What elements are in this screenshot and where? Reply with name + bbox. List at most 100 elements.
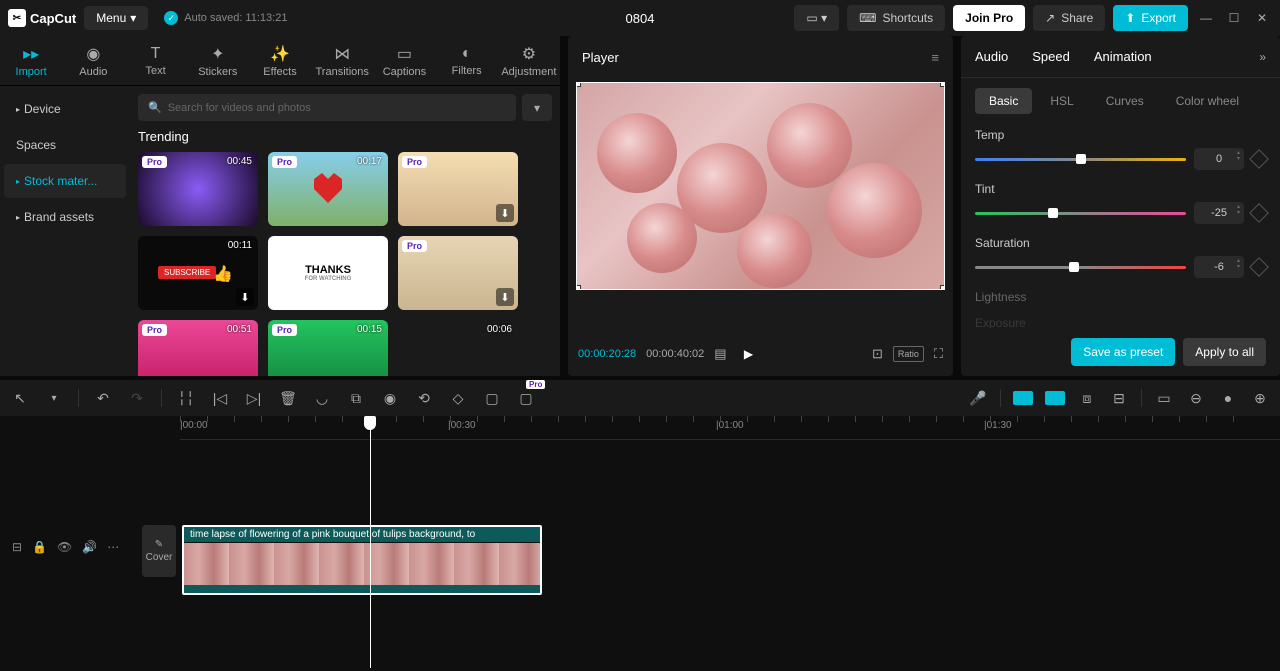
thumbnail[interactable]: 00:06 <box>398 320 518 376</box>
filter-button[interactable]: ▾ <box>522 94 552 121</box>
subtab-basic[interactable]: Basic <box>975 88 1032 114</box>
temp-slider[interactable] <box>975 158 1186 161</box>
tint-slider[interactable] <box>975 212 1186 215</box>
minimize-icon[interactable]: — <box>1196 8 1216 28</box>
tab-import[interactable]: ▸▸Import <box>0 40 62 81</box>
logo-icon: ✂ <box>8 9 26 27</box>
export-button[interactable]: ⬆ Export <box>1113 5 1188 31</box>
delete-icon[interactable]: 🗑 <box>278 390 298 407</box>
keyframe-icon[interactable] <box>1249 203 1269 223</box>
enhance-icon[interactable]: ▢Pro <box>516 390 536 407</box>
share-button[interactable]: ↗ Share <box>1033 5 1105 31</box>
sat-slider[interactable] <box>975 266 1186 269</box>
save-preset-button[interactable]: Save as preset <box>1071 338 1175 366</box>
align-icon[interactable]: ⊟ <box>1109 390 1129 407</box>
expand-icon[interactable]: » <box>1259 50 1266 64</box>
subtab-colorwheel[interactable]: Color wheel <box>1162 88 1253 114</box>
trim-right-icon[interactable]: ▷| <box>244 390 264 407</box>
sidebar-item-stock[interactable]: ▸Stock mater... <box>4 164 126 198</box>
mic-icon[interactable]: 🎤 <box>968 390 988 407</box>
play-button[interactable]: ▶ <box>737 342 761 366</box>
fullscreen-icon[interactable]: ⛶ <box>934 346 943 362</box>
redo-icon[interactable]: ↷ <box>127 390 147 407</box>
tab-audio[interactable]: ◉Audio <box>62 40 124 81</box>
thumbnail[interactable]: Pro⬇ <box>398 152 518 226</box>
sidebar-item-brand[interactable]: ▸Brand assets <box>4 200 126 234</box>
thumbnail[interactable]: 00:11⬇SUBSCRIBE👍 <box>138 236 258 310</box>
thumbnail[interactable]: Pro00:51 <box>138 320 258 376</box>
tab-adjustment[interactable]: ⚙Adjustment <box>498 40 560 81</box>
shortcuts-button[interactable]: ⌨ Shortcuts <box>847 5 945 31</box>
tab-transitions[interactable]: ⋈Transitions <box>311 40 373 81</box>
magnet-icon[interactable] <box>1013 391 1033 405</box>
close-icon[interactable]: ✕ <box>1252 8 1272 28</box>
sat-value[interactable]: -6▴▾ <box>1194 256 1244 278</box>
zoom-in-icon[interactable]: ⊕ <box>1250 390 1270 407</box>
preview-icon[interactable]: ▭ <box>1154 390 1174 407</box>
select-tool-icon[interactable]: ↖ <box>10 390 30 407</box>
list-icon[interactable]: ▤ <box>714 346 726 362</box>
sidebar-item-device[interactable]: ▸Device <box>4 92 126 126</box>
cover-button[interactable]: ✎ Cover <box>142 525 176 577</box>
keyframe-icon[interactable] <box>1249 257 1269 277</box>
tab-animation[interactable]: Animation <box>1094 49 1152 64</box>
trim-left-icon[interactable]: |◁ <box>210 390 230 407</box>
temp-value[interactable]: 0▴▾ <box>1194 148 1244 170</box>
duration-label: 00:15 <box>357 324 382 335</box>
player-menu-icon[interactable]: ≡ <box>931 50 939 65</box>
zoom-out-icon[interactable]: ⊖ <box>1186 390 1206 407</box>
download-icon[interactable]: ⬇ <box>236 288 254 306</box>
mute-icon[interactable]: 🔊 <box>82 540 97 554</box>
crop-icon[interactable]: ▢ <box>482 390 502 407</box>
tab-effects[interactable]: ✨Effects <box>249 40 311 81</box>
mirror-icon[interactable]: ⟲ <box>414 390 434 407</box>
collapse-icon[interactable]: ⊟ <box>12 540 22 554</box>
menu-button[interactable]: Menu▾ <box>84 6 148 30</box>
lock-icon[interactable]: 🔒 <box>32 540 47 554</box>
tint-value[interactable]: -25▴▾ <box>1194 202 1244 224</box>
video-clip[interactable]: time lapse of flowering of a pink bouque… <box>182 525 542 595</box>
playhead[interactable] <box>370 418 371 668</box>
tab-audio-props[interactable]: Audio <box>975 49 1008 64</box>
download-icon[interactable]: ⬇ <box>496 288 514 306</box>
timeline-ruler[interactable]: |00:00|00:30|01:00|01:30 <box>180 416 1280 440</box>
keyframe-icon[interactable] <box>1249 149 1269 169</box>
thumbnail[interactable]: Pro00:45 <box>138 152 258 226</box>
rotate-icon[interactable]: ◇ <box>448 390 468 407</box>
split-icon[interactable]: ╎╎ <box>176 390 196 407</box>
video-preview[interactable] <box>576 82 945 290</box>
more-icon[interactable]: ⋯ <box>107 540 119 554</box>
timeline[interactable]: |00:00|00:30|01:00|01:30 ⊟ 🔒 👁 🔊 ⋯ ✎ Cov… <box>0 416 1280 671</box>
undo-icon[interactable]: ↶ <box>93 390 113 407</box>
snap-icon[interactable] <box>1045 391 1065 405</box>
download-icon[interactable]: ⬇ <box>496 204 514 222</box>
search-input[interactable]: 🔍 Search for videos and photos <box>138 94 516 121</box>
tab-speed[interactable]: Speed <box>1032 49 1070 64</box>
join-pro-button[interactable]: Join Pro <box>953 5 1025 31</box>
speed-icon[interactable]: ◉ <box>380 390 400 407</box>
tab-filters[interactable]: ◐Filters <box>436 40 498 81</box>
apply-all-button[interactable]: Apply to all <box>1183 338 1266 366</box>
marker-icon[interactable]: ◡ <box>312 390 332 407</box>
zoom-slider-icon[interactable]: ● <box>1218 390 1238 406</box>
thumbnail[interactable]: Pro00:17 <box>268 152 388 226</box>
sidebar-item-spaces[interactable]: Spaces <box>4 128 126 162</box>
duplicate-icon[interactable]: ⧉ <box>346 390 366 407</box>
thumbnail[interactable]: THANKSFOR WATCHING <box>268 236 388 310</box>
maximize-icon[interactable]: ☐ <box>1224 8 1244 28</box>
subtab-curves[interactable]: Curves <box>1092 88 1158 114</box>
tab-stickers[interactable]: ✦Stickers <box>187 40 249 81</box>
thumbnail[interactable]: Pro00:15 <box>268 320 388 376</box>
tab-captions[interactable]: ▭Captions <box>373 40 435 81</box>
subtab-hsl[interactable]: HSL <box>1036 88 1087 114</box>
thumbnail[interactable]: Pro⬇ <box>398 236 518 310</box>
tab-text[interactable]: TText <box>124 40 186 81</box>
eye-icon[interactable]: 👁 <box>57 540 72 554</box>
aspect-ratio-button[interactable]: ▭ ▾ <box>794 5 839 31</box>
project-title[interactable]: 0804 <box>626 11 655 26</box>
link-icon[interactable]: ⧈ <box>1077 390 1097 407</box>
scale-icon[interactable]: ⊡ <box>872 346 883 362</box>
chevron-down-icon[interactable]: ▾ <box>44 393 64 404</box>
ratio-button[interactable]: Ratio <box>893 346 924 362</box>
clip-audio-waveform <box>184 585 540 593</box>
